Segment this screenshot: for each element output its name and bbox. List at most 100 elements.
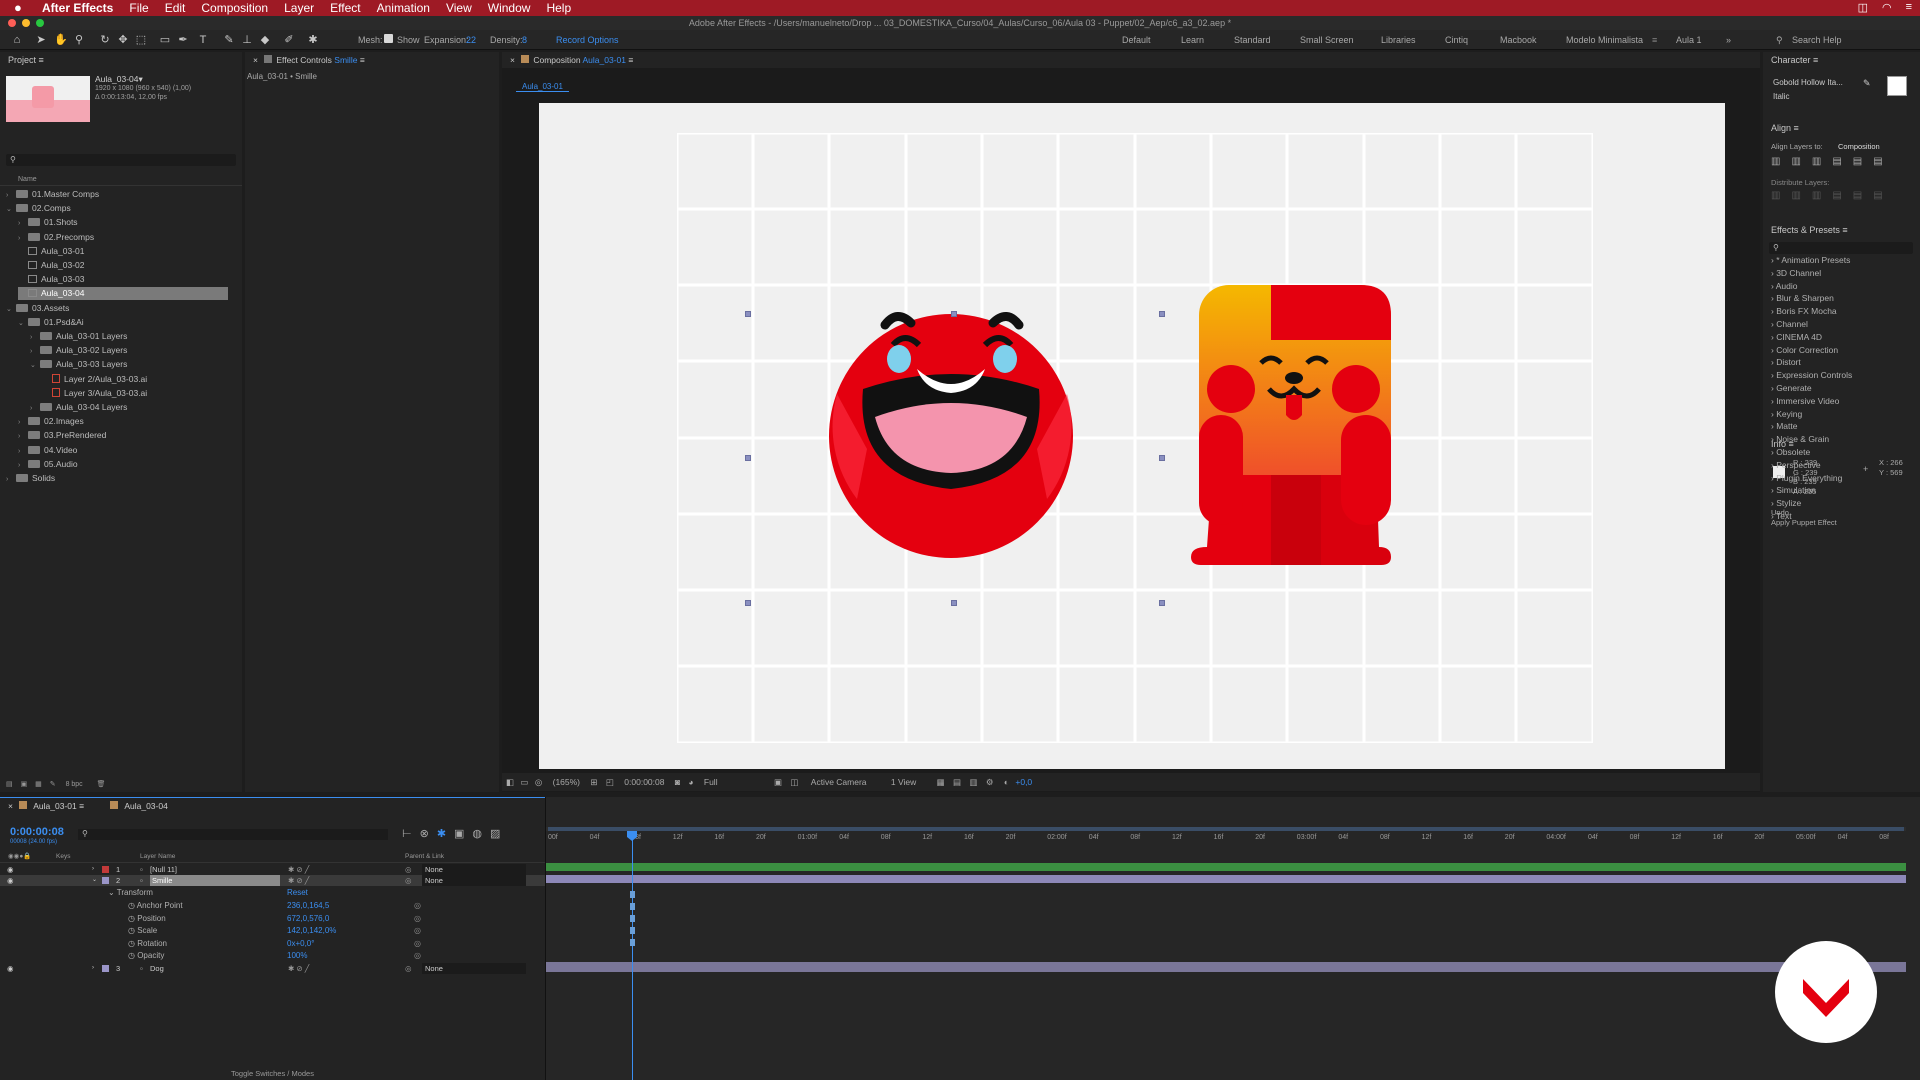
- property-keyframes[interactable]: [630, 891, 635, 949]
- expansion-value[interactable]: 22: [466, 35, 476, 45]
- project-tree-item[interactable]: › 02.Precomps: [18, 231, 94, 244]
- menu-animation[interactable]: Animation: [377, 1, 430, 15]
- pick-whip-icon[interactable]: ◎: [405, 875, 412, 886]
- project-tree-item[interactable]: › Aula_03-02 Layers: [30, 344, 127, 357]
- viewer-timecode[interactable]: 0:00:00:08: [624, 777, 664, 787]
- mask-visibility-icon[interactable]: ◎: [535, 777, 542, 787]
- project-tree-item[interactable]: Aula_03-02: [18, 259, 84, 272]
- font-family-dropdown[interactable]: Gobold Hollow Ita...: [1773, 78, 1843, 87]
- expression-pickwhip-icon[interactable]: ◎: [414, 914, 421, 923]
- playhead[interactable]: [632, 833, 633, 1080]
- transform-reset[interactable]: Reset: [287, 888, 308, 897]
- workspace-aula-1[interactable]: Aula 1: [1676, 35, 1702, 45]
- distribute-buttons[interactable]: ▥▥▥▤▤▤: [1771, 190, 1894, 201]
- stopwatch-icon[interactable]: ◷: [128, 926, 135, 935]
- disclosure-arrow-icon[interactable]: ⌄: [30, 359, 40, 372]
- transform-property-value[interactable]: 142,0,142,0%: [287, 926, 336, 935]
- selection-tool-icon[interactable]: ➤: [34, 33, 48, 47]
- app-menu[interactable]: After Effects: [42, 1, 113, 15]
- always-preview-icon[interactable]: ◧: [506, 777, 514, 787]
- label-color[interactable]: [102, 877, 109, 884]
- effects-category[interactable]: › Generate: [1771, 382, 1911, 395]
- effects-category[interactable]: › Audio: [1771, 280, 1911, 293]
- layer-bar-dog[interactable]: [546, 962, 1906, 972]
- status-menu-icon[interactable]: ◫: [1858, 1, 1868, 14]
- layer-switches[interactable]: ✱ ⊘ ╱: [288, 864, 309, 875]
- align-panel-header[interactable]: Align ≡: [1763, 120, 1920, 136]
- workspace-default[interactable]: Default: [1122, 35, 1151, 45]
- effects-category[interactable]: › * Animation Presets: [1771, 254, 1911, 267]
- menu-layer[interactable]: Layer: [284, 1, 314, 15]
- project-tree-item[interactable]: › 05.Audio: [18, 458, 78, 471]
- puppet-pin[interactable]: [745, 311, 751, 317]
- transform-group[interactable]: ⌄ Transform: [108, 888, 153, 897]
- effects-category[interactable]: › Matte: [1771, 420, 1911, 433]
- camera-tool-icon[interactable]: ✥: [116, 33, 130, 47]
- project-tree-item[interactable]: Aula_03-04: [18, 287, 228, 301]
- expression-pickwhip-icon[interactable]: ◎: [414, 926, 421, 935]
- show-mesh-checkbox[interactable]: [384, 34, 393, 43]
- visibility-icon[interactable]: ◉: [7, 875, 14, 886]
- smiley-character[interactable]: [827, 299, 1077, 559]
- effects-category[interactable]: › 3D Channel: [1771, 267, 1911, 280]
- flowchart-icon[interactable]: ⚙: [986, 777, 994, 787]
- project-tree-item[interactable]: › 01.Master Comps: [6, 188, 99, 201]
- zoom-window-button[interactable]: [36, 19, 44, 27]
- visibility-icon[interactable]: ◉: [7, 963, 14, 974]
- search-help-input[interactable]: Search Help: [1792, 35, 1842, 45]
- timeline-switch-icons[interactable]: ⊢⊗✱▣◍▨: [402, 827, 508, 840]
- label-color[interactable]: [102, 866, 109, 873]
- keys-column[interactable]: Keys: [56, 851, 70, 863]
- comp-breadcrumb[interactable]: Aula_03-01: [516, 82, 569, 92]
- menu-extras-icon[interactable]: ≡: [1906, 1, 1912, 14]
- camera-snapshot-icon[interactable]: ◙: [675, 777, 680, 787]
- project-tree-item[interactable]: › Aula_03-04 Layers: [30, 401, 127, 414]
- effect-controls-tab[interactable]: × Effect Controls Smille ≡: [245, 52, 499, 68]
- parent-dropdown[interactable]: None: [422, 875, 526, 886]
- search-icon[interactable]: ⚲: [1776, 35, 1783, 46]
- effects-category[interactable]: › Channel: [1771, 318, 1911, 331]
- disclosure-arrow-icon[interactable]: ›: [30, 331, 40, 344]
- project-tree-item[interactable]: ⌄ 01.Psd&Ai: [18, 316, 84, 329]
- parent-dropdown[interactable]: None: [422, 963, 526, 974]
- clone-stamp-tool-icon[interactable]: ⊥: [240, 33, 254, 47]
- 3d-view-icon[interactable]: ◫: [790, 777, 798, 787]
- pick-whip-icon[interactable]: ◎: [405, 963, 412, 974]
- project-search-input[interactable]: ⚲: [6, 154, 236, 166]
- exposure-value[interactable]: +0,0: [1015, 777, 1032, 787]
- workspace-learn[interactable]: Learn: [1181, 35, 1204, 45]
- timeline-icon[interactable]: ▥: [969, 777, 977, 787]
- puppet-pin-tool-icon[interactable]: ✱: [306, 33, 320, 47]
- align-to-dropdown[interactable]: Composition: [1838, 142, 1880, 151]
- transform-property-value[interactable]: 672,0,576,0: [287, 914, 329, 923]
- workspace-macbook[interactable]: Macbook: [1500, 35, 1537, 45]
- new-comp-icon[interactable]: ▦: [35, 781, 42, 788]
- pixel-aspect-icon[interactable]: ▦: [937, 777, 945, 787]
- timeline-timecode[interactable]: 0:00:00:08: [10, 826, 64, 838]
- disclosure-arrow-icon[interactable]: ›: [18, 459, 28, 472]
- menu-effect[interactable]: Effect: [330, 1, 360, 15]
- effects-category[interactable]: › Stylize: [1771, 497, 1911, 510]
- close-window-button[interactable]: [8, 19, 16, 27]
- layer-bar-smille[interactable]: [546, 875, 1906, 883]
- density-value[interactable]: 8: [522, 35, 527, 45]
- puppet-pin[interactable]: [1159, 600, 1165, 606]
- resolution-dropdown[interactable]: Full: [704, 777, 718, 787]
- zoom-dropdown[interactable]: (165%): [553, 777, 580, 787]
- effects-category[interactable]: › Plugin Everything: [1771, 472, 1911, 485]
- project-tree-item[interactable]: ⌄ 02.Comps: [6, 202, 71, 215]
- workspace-cintiq[interactable]: Cintiq: [1445, 35, 1468, 45]
- menu-help[interactable]: Help: [546, 1, 571, 15]
- workspace-overflow-icon[interactable]: »: [1726, 35, 1731, 45]
- effects-category[interactable]: › Distort: [1771, 356, 1911, 369]
- effects-category[interactable]: › Keying: [1771, 408, 1911, 421]
- layer-name-column[interactable]: Layer Name: [140, 851, 175, 863]
- parent-link-column[interactable]: Parent & Link: [405, 851, 444, 863]
- disclosure-arrow-icon[interactable]: ›: [18, 217, 28, 230]
- expression-pickwhip-icon[interactable]: ◎: [414, 939, 421, 948]
- stopwatch-icon[interactable]: ◷: [128, 901, 135, 910]
- fill-color-swatch[interactable]: [1887, 76, 1907, 96]
- project-tree-item[interactable]: › 02.Images: [18, 415, 84, 428]
- disclosure-arrow-icon[interactable]: ›: [18, 445, 28, 458]
- time-ruler[interactable]: 00f 04f 08f 12f 16f 20f 01:00f 04f 08f 12f 16f 20f 0…: [546, 832, 1906, 846]
